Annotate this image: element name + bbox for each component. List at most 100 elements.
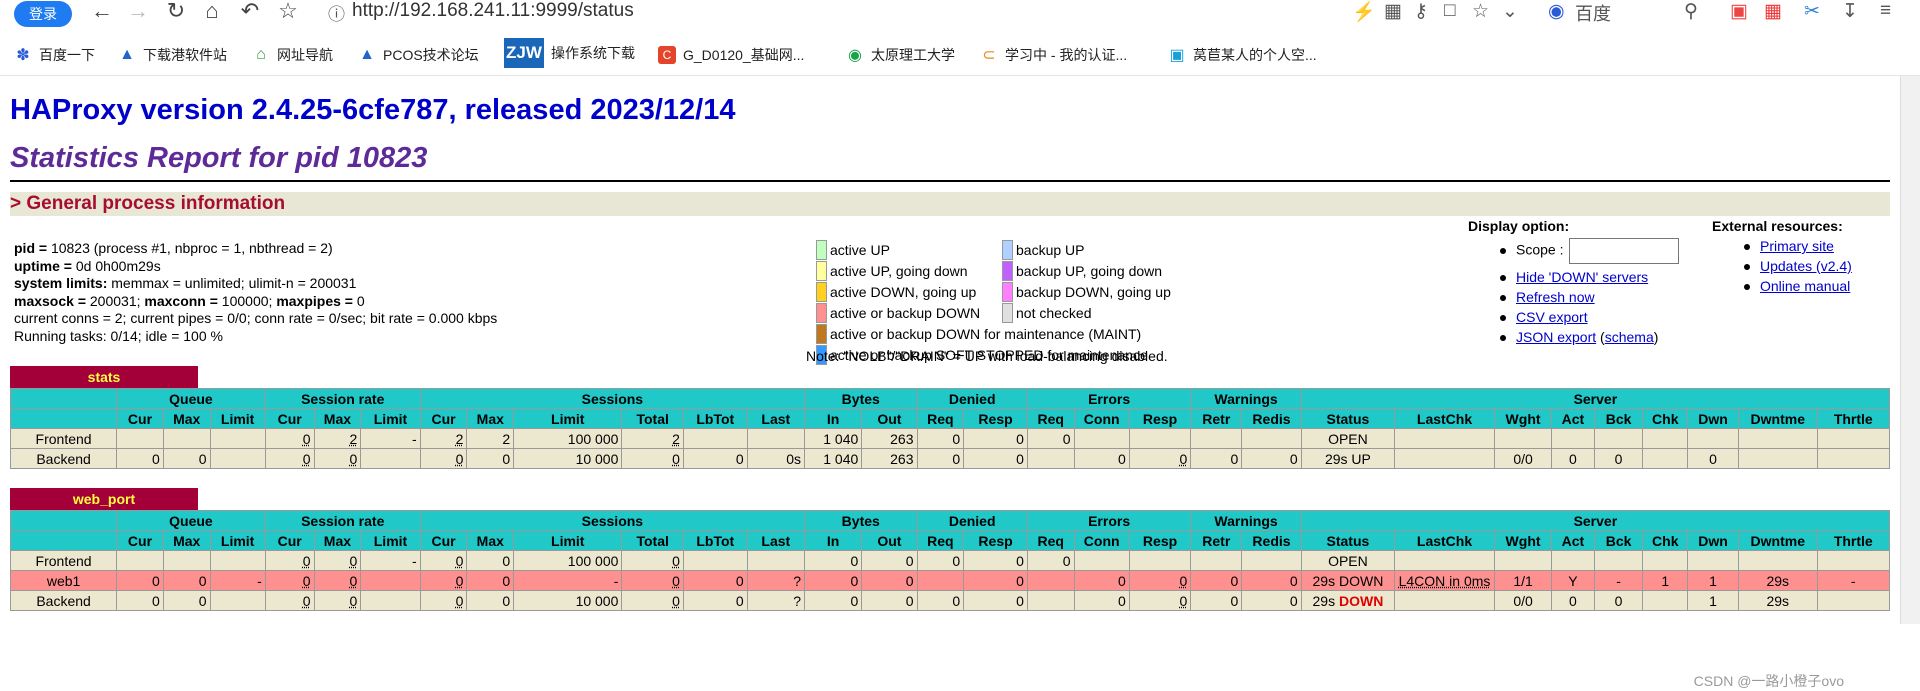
column-header: Conn [1073, 408, 1130, 429]
forward-icon[interactable]: → [124, 0, 152, 23]
csv-export-link[interactable]: CSV export [1516, 309, 1588, 325]
apps-icon[interactable]: ▣ [1730, 0, 1748, 23]
proxy-name-web: web_port [10, 488, 198, 510]
table-cell: 1 [1642, 570, 1689, 591]
chevron-down-icon[interactable]: ⌄ [1502, 0, 1518, 23]
table-cell [1593, 550, 1644, 571]
table-cell: 0/0 [1493, 590, 1553, 611]
table-cell: 0 [466, 570, 515, 591]
bookmark-item[interactable]: ▲ 下载港软件站 [118, 44, 227, 66]
legend-note: Note: "NOLB"/"DRAIN" = UP with load-bala… [806, 348, 1168, 364]
bookmark-item[interactable]: ⊂ 学习中 - 我的认证... [980, 44, 1127, 66]
column-header: Req [1026, 408, 1075, 429]
bookmark-label: 太原理工大学 [871, 47, 955, 63]
table-cell: 0 [466, 448, 515, 469]
table-cell [209, 590, 266, 611]
pdf-icon[interactable]: ▦ [1764, 0, 1782, 23]
reload-icon[interactable]: ↻ [162, 0, 190, 23]
key-icon[interactable]: ⚷ [1414, 0, 1428, 23]
bookmark-item[interactable]: ◉ 太原理工大学 [846, 44, 955, 66]
group-header-row: Queue Session rate Sessions Bytes Denied… [9, 510, 1891, 531]
column-header: Out [861, 530, 918, 551]
cell-value: 0 [905, 592, 914, 609]
json-export-link[interactable]: JSON export [1516, 329, 1596, 345]
table-cell: 0 [682, 590, 748, 611]
column-header [9, 408, 118, 429]
bookmark-item[interactable]: ⌂ 网址导航 [252, 44, 333, 66]
refresh-link[interactable]: Refresh now [1516, 289, 1595, 305]
bookmark-item[interactable]: C G_D0120_基础网... [658, 44, 804, 66]
table-cell [360, 448, 421, 469]
table-cell: 0 [162, 590, 211, 611]
version-title: HAProxy version 2.4.25-6cfe787, released… [10, 94, 736, 126]
bookmark-item[interactable]: ▣ 莴苣某人的个人空... [1168, 44, 1316, 66]
table-cell: 0 [1128, 448, 1192, 469]
bookmark-label: 百度一下 [39, 47, 95, 63]
column-header: Req [916, 408, 965, 429]
back-icon[interactable]: ← [88, 0, 116, 23]
table-cell [209, 448, 266, 469]
table-cell [1128, 550, 1192, 571]
table-cell: - [209, 570, 266, 591]
scrollbar[interactable] [1900, 76, 1920, 624]
updates-link[interactable]: Updates (v2.4) [1760, 258, 1852, 274]
primary-site-link[interactable]: Primary site [1760, 238, 1834, 254]
proc-line: pid = 10823 (process #1, nbproc = 1, nbt… [14, 240, 333, 256]
table-cell: 0 [963, 570, 1028, 591]
cell-value: 263 [890, 430, 914, 447]
lightning-icon[interactable]: ⚡ [1352, 0, 1376, 24]
home-icon[interactable]: ⌂ [198, 0, 226, 23]
table-cell [746, 428, 805, 449]
table-row: Frontend 0 2 - 2 2 100 000 2 1 040 263 0 0 0 OPEN [9, 428, 1891, 449]
cell-value: 0 [1614, 592, 1623, 609]
table-cell: 0 [861, 550, 918, 571]
favorite-icon[interactable]: ☆ [1472, 0, 1489, 23]
row-label: Frontend [9, 550, 118, 571]
table-cell [1190, 428, 1243, 449]
table-cell: 0 [861, 570, 918, 591]
cell-value: 1 [1709, 592, 1717, 609]
table-cell [1073, 550, 1130, 571]
legend-swatch [1002, 261, 1013, 281]
bookmark-item[interactable]: ZJW 操作系统下载 [504, 38, 635, 68]
cell-value: ? [793, 572, 801, 589]
bookmark-label: PCOS技术论坛 [383, 47, 479, 63]
cell-value: 29s [1766, 572, 1790, 589]
tv-icon: ▣ [1169, 47, 1185, 64]
scope-input[interactable] [1569, 238, 1680, 264]
cell-value: 2 [349, 430, 358, 447]
schema-link[interactable]: schema [1605, 329, 1654, 345]
cell-value: web1 [46, 572, 81, 589]
scissors-icon[interactable]: ✂ [1804, 0, 1820, 23]
table-cell: 100 000 [513, 428, 623, 449]
legend-item: active UP, going down [816, 261, 968, 281]
cell-value: L4CON in 0ms [1398, 572, 1491, 589]
bookmark-item[interactable]: ✽ 百度一下 [14, 44, 95, 66]
address-bar[interactable]: http://192.168.241.11:9999/status [352, 0, 634, 22]
download-icon[interactable]: ↧ [1842, 0, 1858, 23]
star-icon[interactable]: ☆ [274, 0, 302, 23]
cell-value: 0 [349, 592, 358, 609]
legend-item: active or backup DOWN for maintenance (M… [816, 324, 1141, 344]
cell-value: 1 [1709, 572, 1717, 589]
grid-icon[interactable]: ▦ [1384, 0, 1402, 23]
table-cell: 0 [1128, 570, 1192, 591]
manual-link[interactable]: Online manual [1760, 278, 1850, 294]
info-icon[interactable]: ⓘ [328, 0, 345, 25]
table-cell: 1 040 [803, 448, 863, 469]
cell-value: 0 [1614, 450, 1623, 467]
undo-icon[interactable]: ↶ [236, 0, 264, 23]
hide-down-link[interactable]: Hide 'DOWN' servers [1516, 269, 1648, 285]
search-icon[interactable]: ⚲ [1684, 0, 1698, 23]
bookmark-item[interactable]: ▲ PCOS技术论坛 [358, 44, 479, 66]
cell-value: 0 [1016, 450, 1024, 467]
cell-value: 0 [198, 592, 207, 609]
column-header: In [803, 408, 863, 429]
table-cell: - [360, 428, 421, 449]
login-button[interactable]: 登录 [14, 1, 72, 27]
column-header: Limit [360, 530, 421, 551]
search-engine-label[interactable]: 百度 [1575, 0, 1611, 26]
translate-icon[interactable]: □ [1444, 0, 1455, 22]
table-cell [1816, 428, 1891, 449]
menu-icon[interactable]: ≡ [1880, 0, 1891, 22]
